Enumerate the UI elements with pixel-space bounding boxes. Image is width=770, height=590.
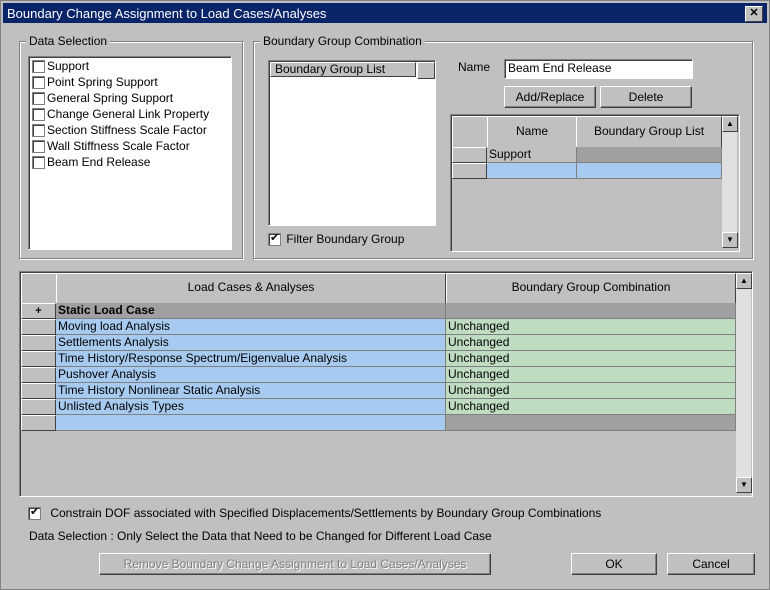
bgc-grid-corner — [452, 116, 488, 148]
load-grid-scrollbar[interactable]: ▲ ▼ — [736, 273, 752, 493]
data-selection-item[interactable]: Beam End Release — [32, 154, 150, 170]
data-selection-label: Support — [47, 59, 90, 73]
bgc-cell-list[interactable] — [577, 163, 722, 179]
constrain-checkbox[interactable] — [28, 505, 41, 521]
data-selection-checkbox[interactable] — [32, 108, 45, 122]
load-row-header[interactable]: + — [21, 303, 56, 319]
data-selection-checkbox[interactable] — [32, 60, 45, 74]
filter-boundary-group[interactable]: Filter Boundary Group — [268, 231, 405, 247]
data-selection-label: Point Spring Support — [47, 75, 158, 89]
bgc-row-header[interactable] — [452, 147, 487, 163]
load-row-header[interactable] — [21, 415, 56, 431]
data-selection-item[interactable]: Point Spring Support — [32, 74, 158, 90]
load-row-header[interactable] — [21, 399, 56, 415]
add-replace-button[interactable]: Add/Replace — [504, 86, 596, 108]
load-case-name-cell[interactable]: Unlisted Analysis Types — [56, 399, 446, 415]
window-title: Boundary Change Assignment to Load Cases… — [7, 6, 327, 21]
boundary-combination-cell[interactable]: Unchanged — [446, 335, 736, 351]
data-selection-checkbox[interactable] — [32, 124, 45, 138]
data-selection-label: Section Stiffness Scale Factor — [47, 123, 207, 137]
data-selection-label: General Spring Support — [47, 91, 174, 105]
boundary-combination-cell[interactable]: Unchanged — [446, 367, 736, 383]
load-grid-header-cases: Load Cases & Analyses — [56, 273, 446, 304]
data-selection-checkbox[interactable] — [32, 92, 45, 106]
data-selection-list: Support Point Spring Support General Sprin… — [28, 56, 232, 250]
bgc-grid[interactable]: Name Boundary Group List Support ▲ ▼ — [450, 114, 740, 252]
boundary-group-combination-group: Boundary Group Combination Boundary Grou… — [253, 34, 753, 259]
load-grid-corner — [21, 273, 57, 304]
data-selection-item[interactable]: Support — [32, 58, 89, 74]
boundary-group-list-header: Boundary Group List — [270, 62, 416, 77]
data-selection-group: Data Selection Support Point Spring Suppo… — [19, 34, 243, 259]
data-selection-checkbox[interactable] — [32, 76, 45, 90]
load-cases-grid[interactable]: Load Cases & Analyses Boundary Group Com… — [19, 271, 753, 497]
boundary-group-list-header-end — [417, 62, 435, 79]
load-row-header[interactable] — [21, 319, 56, 335]
ok-button[interactable]: OK — [571, 553, 657, 575]
scroll-up-icon[interactable]: ▲ — [722, 116, 738, 132]
data-selection-label: Beam End Release — [47, 155, 151, 169]
load-row-header[interactable] — [21, 367, 56, 383]
scroll-down-icon[interactable]: ▼ — [736, 477, 752, 493]
boundary-combination-cell[interactable]: Unchanged — [446, 399, 736, 415]
cancel-button[interactable]: Cancel — [667, 553, 755, 575]
constrain-dof-option[interactable]: Constrain DOF associated with Specified … — [28, 505, 602, 521]
data-selection-note: Data Selection : Only Select the Data th… — [29, 529, 492, 543]
scroll-down-icon[interactable]: ▼ — [722, 232, 738, 248]
load-row-header[interactable] — [21, 351, 56, 367]
load-case-name-cell[interactable]: Settlements Analysis — [56, 335, 446, 351]
filter-label: Filter Boundary Group — [286, 232, 405, 246]
boundary-combination-cell[interactable]: Unchanged — [446, 383, 736, 399]
load-case-name-cell[interactable]: Pushover Analysis — [56, 367, 446, 383]
boundary-group-list-box[interactable]: Boundary Group List — [268, 60, 436, 226]
load-case-name-cell[interactable]: Time History/Response Spectrum/Eigenvalu… — [56, 351, 446, 367]
load-row-header[interactable] — [21, 335, 56, 351]
data-selection-item[interactable]: General Spring Support — [32, 90, 173, 106]
load-case-name-cell[interactable]: Static Load Case — [56, 303, 446, 319]
name-label: Name — [458, 60, 491, 74]
data-selection-label: Change General Link Property — [47, 107, 210, 121]
bgc-legend: Boundary Group Combination — [260, 34, 425, 48]
bgc-grid-header-list: Boundary Group List — [576, 116, 722, 148]
dialog-window: Boundary Change Assignment to Load Cases… — [0, 0, 770, 590]
load-case-name-cell[interactable]: Time History Nonlinear Static Analysis — [56, 383, 446, 399]
constrain-label: Constrain DOF associated with Specified … — [50, 506, 602, 520]
data-selection-legend: Data Selection — [26, 34, 111, 48]
load-row-header[interactable] — [21, 383, 56, 399]
data-selection-item[interactable]: Wall Stiffness Scale Factor — [32, 138, 190, 154]
data-selection-label: Wall Stiffness Scale Factor — [47, 139, 190, 153]
data-selection-checkbox[interactable] — [32, 156, 45, 170]
load-grid-header-bgc: Boundary Group Combination — [446, 273, 736, 304]
data-selection-item[interactable]: Change General Link Property — [32, 106, 209, 122]
boundary-combination-cell[interactable] — [446, 415, 736, 431]
remove-assignment-button[interactable]: Remove Boundary Change Assignment to Loa… — [99, 553, 491, 575]
bgc-grid-scrollbar[interactable]: ▲ ▼ — [722, 116, 738, 248]
data-selection-checkbox[interactable] — [32, 140, 45, 154]
bgc-grid-header-name: Name — [487, 116, 577, 148]
title-bar: Boundary Change Assignment to Load Cases… — [3, 3, 767, 23]
scroll-up-icon[interactable]: ▲ — [736, 273, 752, 289]
data-selection-item[interactable]: Section Stiffness Scale Factor — [32, 122, 207, 138]
bgc-cell-name[interactable]: Support — [487, 147, 577, 163]
bgc-row-header[interactable] — [452, 163, 487, 179]
load-case-name-cell[interactable]: Moving load Analysis — [56, 319, 446, 335]
load-case-name-cell[interactable] — [56, 415, 446, 431]
boundary-combination-cell[interactable]: Unchanged — [446, 319, 736, 335]
boundary-combination-cell[interactable]: Unchanged — [446, 351, 736, 367]
close-icon[interactable]: ✕ — [745, 6, 763, 22]
filter-checkbox[interactable] — [268, 231, 281, 247]
name-input[interactable]: Beam End Release — [504, 59, 693, 79]
bgc-cell-name[interactable] — [487, 163, 577, 179]
delete-button[interactable]: Delete — [600, 86, 692, 108]
boundary-combination-cell[interactable] — [446, 303, 736, 319]
bgc-cell-list[interactable] — [577, 147, 722, 163]
